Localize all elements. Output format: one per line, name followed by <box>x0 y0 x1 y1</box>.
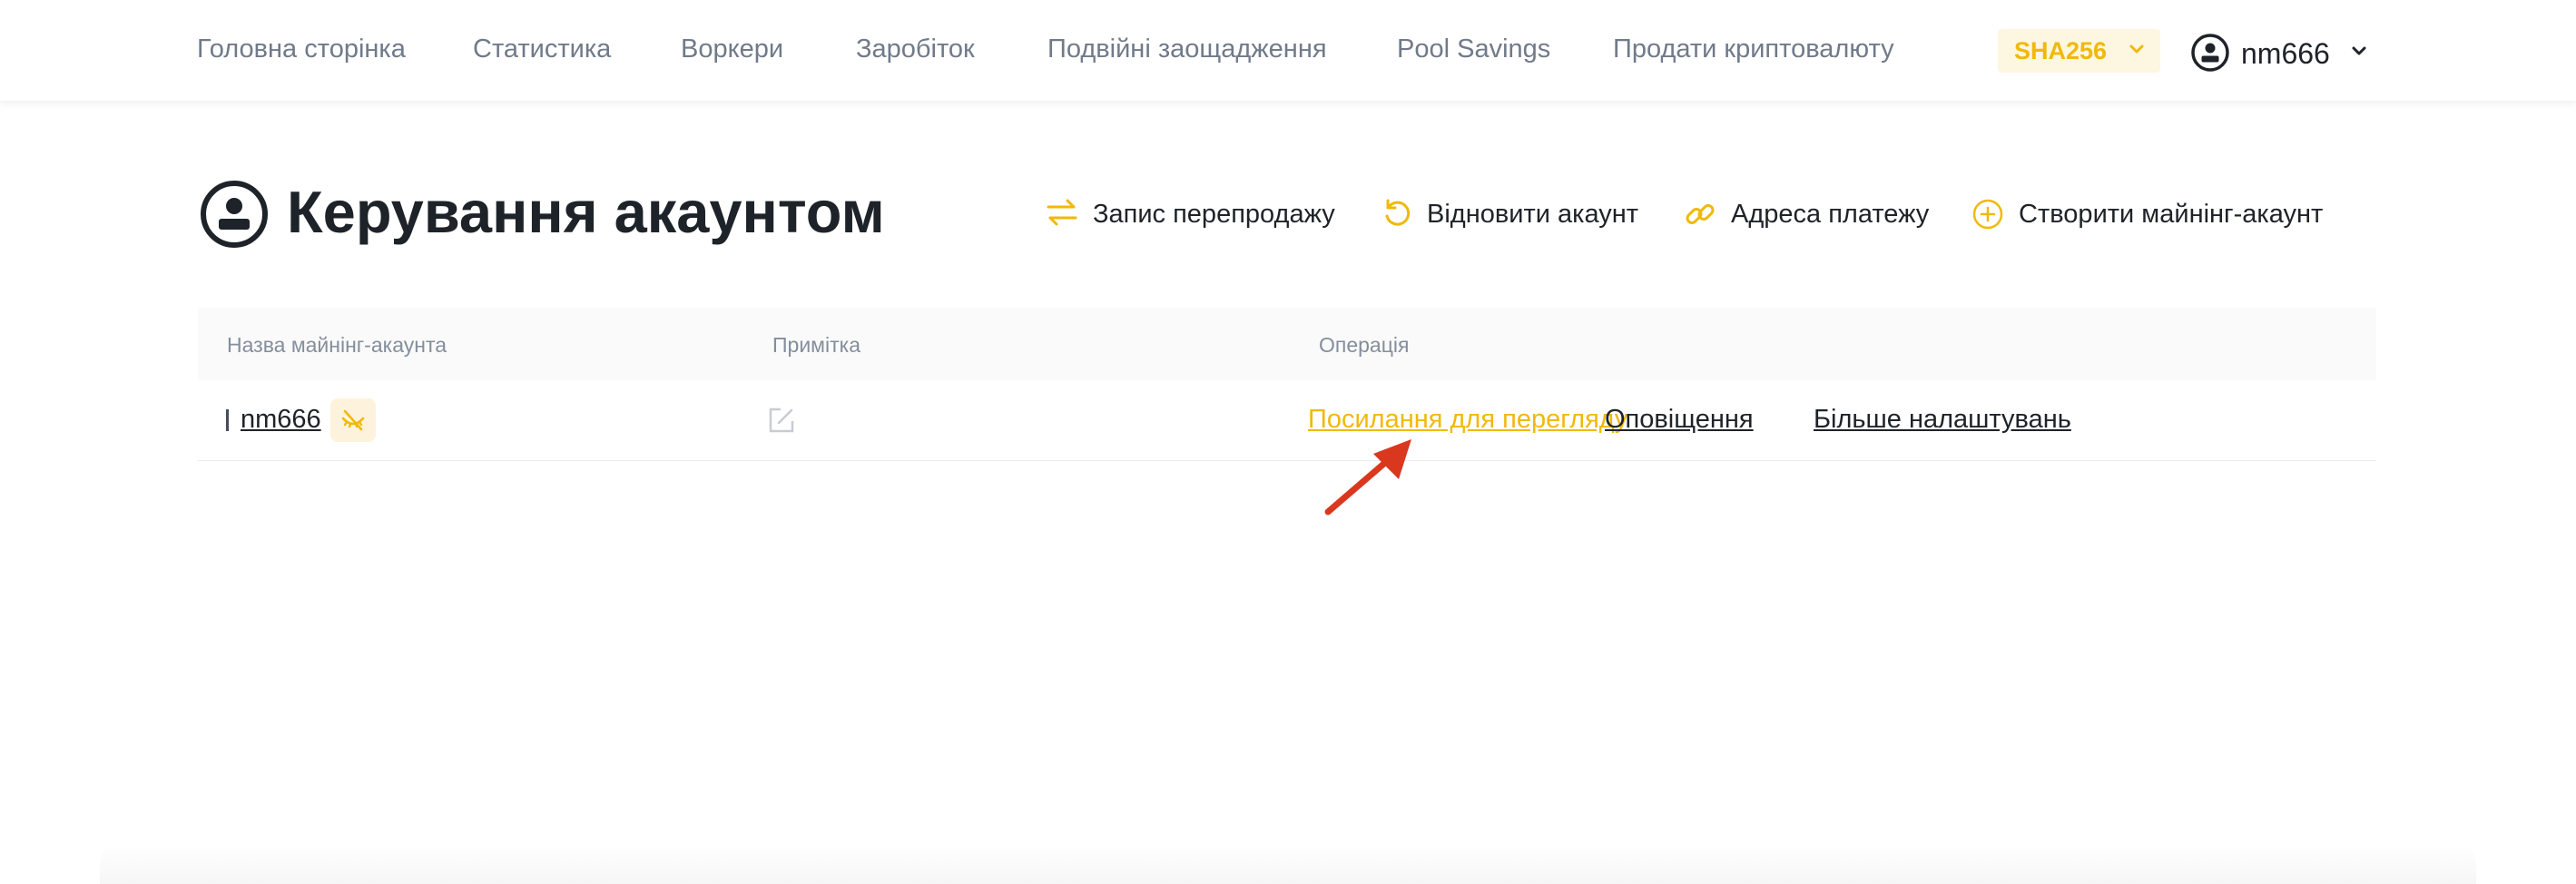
create-mining-account-label: Створити майнінг-акаунт <box>2019 200 2324 229</box>
nav-workers[interactable]: Воркери <box>681 34 783 64</box>
column-header-note: Примітка <box>772 333 860 357</box>
account-icon <box>2191 34 2229 72</box>
plus-circle-icon <box>1972 199 2003 230</box>
card-edge <box>100 844 2476 884</box>
column-header-operation: Операція <box>1319 333 1410 357</box>
annotation-arrow <box>1324 439 1411 516</box>
notifications-link[interactable]: Оповіщення <box>1605 405 1754 435</box>
nav-home[interactable]: Головна сторінка <box>197 34 406 64</box>
table-row: nm666 Посилання для перегляду Оповіщення… <box>198 380 2376 461</box>
resale-record-label: Запис перепродажу <box>1093 200 1335 229</box>
column-header-account-name: Назва майнінг-акаунта <box>227 333 447 357</box>
nav-sell-crypto[interactable]: Продати криптовалюту <box>1613 34 1894 64</box>
nav-pool-savings[interactable]: Pool Savings <box>1397 34 1550 64</box>
nav-statistics[interactable]: Статистика <box>473 34 611 64</box>
more-settings-link[interactable]: Більше налаштувань <box>1814 405 2071 435</box>
watcher-link[interactable]: Посилання для перегляду <box>1308 405 1627 435</box>
restore-icon <box>1385 199 1411 226</box>
edit-note-button[interactable] <box>768 407 795 438</box>
chevron-down-icon <box>2129 44 2144 54</box>
link-icon <box>1686 204 1715 224</box>
restore-account-button[interactable]: Відновити акаунт <box>1381 194 1654 231</box>
algorithm-select[interactable]: SHA256 <box>1998 29 2160 73</box>
table-header: Назва майнінг-акаунта Примітка Операція <box>198 308 2376 380</box>
nav-earnings[interactable]: Заробіток <box>856 34 975 64</box>
nav-dual-savings[interactable]: Подвійні заощадження <box>1047 34 1327 64</box>
create-mining-account-button[interactable]: Створити майнінг-акаунт <box>1971 194 2325 231</box>
resale-record-button[interactable]: Запис перепродажу <box>1046 194 1336 231</box>
top-navigation-bar: Головна сторінка Статистика Воркери Заро… <box>0 0 2576 101</box>
payment-address-button[interactable]: Адреса платежу <box>1684 194 1929 231</box>
transfer-icon <box>1047 199 1077 226</box>
account-management-icon <box>201 181 268 248</box>
restore-account-label: Відновити акаунт <box>1427 200 1639 229</box>
payment-address-label: Адреса платежу <box>1731 200 1930 229</box>
chevron-down-icon <box>2352 46 2366 55</box>
eye-off-icon <box>341 409 365 431</box>
hide-account-button[interactable] <box>330 398 376 442</box>
page-title: Керування акаунтом <box>287 179 885 245</box>
row-indicator <box>226 409 229 431</box>
edit-icon <box>769 408 794 433</box>
algorithm-selected-value: SHA256 <box>2014 37 2108 64</box>
user-name: nm666 <box>2241 37 2330 70</box>
account-name-link[interactable]: nm666 <box>241 405 321 435</box>
